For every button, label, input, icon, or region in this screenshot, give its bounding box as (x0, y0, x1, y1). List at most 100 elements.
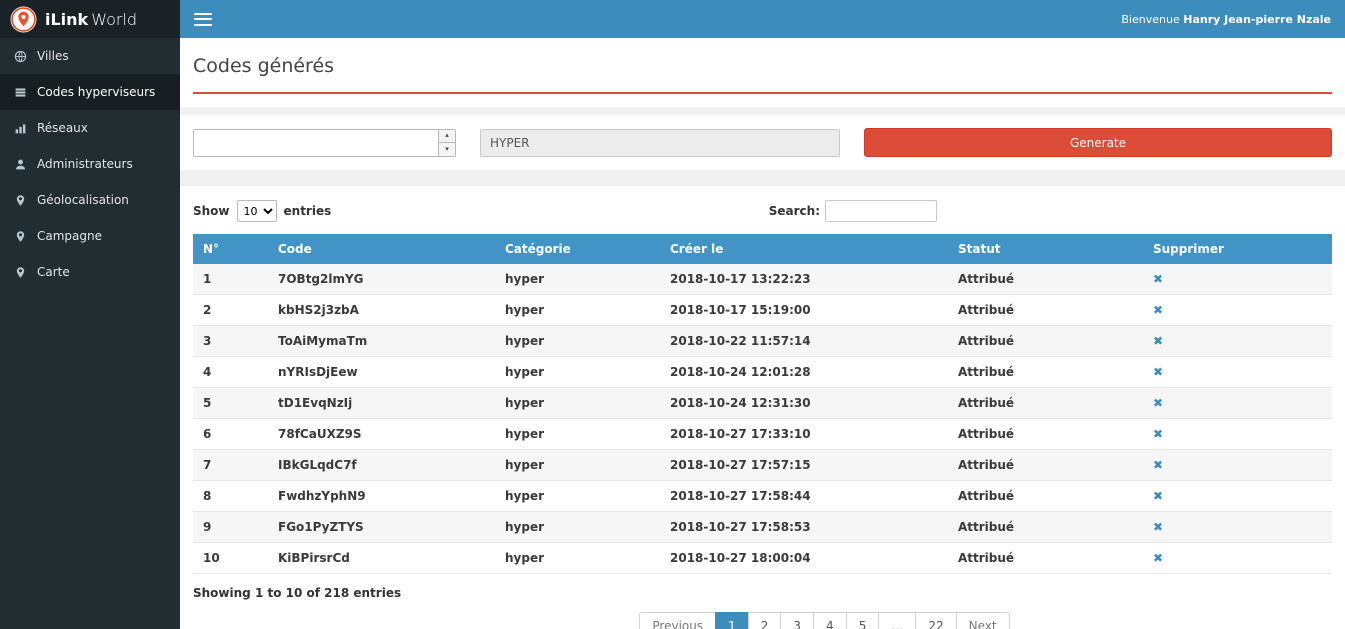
globe-icon (14, 50, 27, 63)
stepper-arrows[interactable]: ▴ ▾ (438, 130, 455, 156)
table-summary: Showing 1 to 10 of 218 entries (193, 586, 1332, 600)
table-row: 5tD1EvqNzIjhyper2018-10-24 12:31:30Attri… (193, 388, 1332, 419)
cell-status: Attribué (948, 295, 1143, 326)
sidebar-item-geolocalisation[interactable]: Géolocalisation (0, 182, 180, 218)
cell-status: Attribué (948, 481, 1143, 512)
delete-icon[interactable]: ✖ (1153, 551, 1163, 565)
table-row: 7IBkGLqdC7fhyper2018-10-27 17:57:15Attri… (193, 450, 1332, 481)
search-control: Search: (769, 200, 937, 222)
sidebar-item-villes[interactable]: Villes (0, 38, 180, 74)
cell-number: 1 (193, 264, 268, 295)
cell-status: Attribué (948, 543, 1143, 574)
column-header[interactable]: Catégorie (495, 234, 660, 264)
cell-category: hyper (495, 481, 660, 512)
list-icon (14, 86, 27, 99)
page-size-control: Show 10 entries (193, 200, 331, 222)
topbar: Bienvenue Hanry Jean-pierre Nzale (180, 0, 1345, 38)
sidebar-item-label: Villes (37, 49, 69, 63)
column-header[interactable]: Code (268, 234, 495, 264)
stepper-down-icon[interactable]: ▾ (439, 143, 455, 156)
map-pin-icon (14, 266, 27, 279)
stepper-up-icon[interactable]: ▴ (439, 130, 455, 144)
map-pin-icon (14, 230, 27, 243)
table-row: 2kbHS2j3zbAhyper2018-10-17 15:19:00Attri… (193, 295, 1332, 326)
sidebar-item-carte[interactable]: Carte (0, 254, 180, 290)
sidebar: iLinkWorld Villes Codes hyperviseurs Résea… (0, 0, 180, 629)
page-size-select[interactable]: 10 (237, 200, 277, 222)
app-window: iLinkWorld Villes Codes hyperviseurs Résea… (0, 0, 1345, 629)
cell-status: Attribué (948, 450, 1143, 481)
cell-status: Attribué (948, 419, 1143, 450)
menu-toggle-button[interactable] (194, 13, 212, 26)
sidebar-item-label: Géolocalisation (37, 193, 129, 207)
main-area: Bienvenue Hanry Jean-pierre Nzale Codes … (180, 0, 1345, 629)
title-divider (193, 92, 1332, 94)
pagination-ellipsis: … (878, 612, 916, 629)
show-label: Show (193, 204, 230, 218)
table-row: 3ToAiMymaTmhyper2018-10-22 11:57:14Attri… (193, 326, 1332, 357)
cell-code: ToAiMymaTm (268, 326, 495, 357)
cell-created: 2018-10-17 13:22:23 (660, 264, 948, 295)
pagination-page-3[interactable]: 3 (780, 612, 814, 629)
cell-number: 2 (193, 295, 268, 326)
delete-icon[interactable]: ✖ (1153, 396, 1163, 410)
column-header[interactable]: Supprimer (1143, 234, 1332, 264)
delete-icon[interactable]: ✖ (1153, 520, 1163, 534)
app-logo-icon (10, 6, 37, 33)
column-header[interactable]: Créer le (660, 234, 948, 264)
pagination-next[interactable]: Next (956, 612, 1010, 629)
map-pin-icon (14, 194, 27, 207)
pagination-page-22[interactable]: 22 (915, 612, 956, 629)
pagination-page-4[interactable]: 4 (813, 612, 847, 629)
table-header-row: N°CodeCatégorieCréer leStatutSupprimer (193, 234, 1332, 264)
delete-icon[interactable]: ✖ (1153, 272, 1163, 286)
cell-status: Attribué (948, 512, 1143, 543)
cell-delete: ✖ (1143, 512, 1332, 543)
delete-icon[interactable]: ✖ (1153, 427, 1163, 441)
cell-created: 2018-10-22 11:57:14 (660, 326, 948, 357)
delete-icon[interactable]: ✖ (1153, 365, 1163, 379)
pagination-page-2[interactable]: 2 (748, 612, 782, 629)
cell-created: 2018-10-24 12:01:28 (660, 357, 948, 388)
search-input[interactable] (825, 200, 937, 222)
cell-status: Attribué (948, 264, 1143, 295)
table-controls: Show 10 entries Search: (193, 200, 1332, 222)
welcome-text: Bienvenue Hanry Jean-pierre Nzale (1121, 13, 1331, 26)
cell-code: 7OBtg2lmYG (268, 264, 495, 295)
cell-category: hyper (495, 419, 660, 450)
brand-name-bold: iLink (45, 10, 88, 29)
sidebar-item-reseaux[interactable]: Réseaux (0, 110, 180, 146)
cell-delete: ✖ (1143, 295, 1332, 326)
user-icon (14, 158, 27, 171)
cell-status: Attribué (948, 388, 1143, 419)
sidebar-item-label: Administrateurs (37, 157, 133, 171)
code-type-field[interactable] (480, 129, 840, 157)
pagination-page-1[interactable]: 1 (715, 612, 749, 629)
brand: iLinkWorld (0, 0, 180, 38)
sidebar-item-label: Campagne (37, 229, 102, 243)
quantity-input[interactable] (194, 130, 438, 156)
delete-icon[interactable]: ✖ (1153, 303, 1163, 317)
column-header[interactable]: N° (193, 234, 268, 264)
sidebar-item-administrateurs[interactable]: Administrateurs (0, 146, 180, 182)
sidebar-item-label: Codes hyperviseurs (37, 85, 155, 99)
quantity-stepper[interactable]: ▴ ▾ (193, 129, 456, 157)
table-row: 8FwdhzYphN9hyper2018-10-27 17:58:44Attri… (193, 481, 1332, 512)
pagination-previous[interactable]: Previous (639, 612, 716, 629)
delete-icon[interactable]: ✖ (1153, 458, 1163, 472)
sidebar-item-codes-hyperviseurs[interactable]: Codes hyperviseurs (0, 74, 180, 110)
cell-number: 10 (193, 543, 268, 574)
user-name: Hanry Jean-pierre Nzale (1183, 13, 1331, 26)
pagination-page-5[interactable]: 5 (846, 612, 880, 629)
delete-icon[interactable]: ✖ (1153, 334, 1163, 348)
delete-icon[interactable]: ✖ (1153, 489, 1163, 503)
cell-code: KiBPirsrCd (268, 543, 495, 574)
sidebar-item-label: Réseaux (37, 121, 88, 135)
welcome-prefix: Bienvenue (1121, 13, 1179, 26)
cell-created: 2018-10-27 17:58:44 (660, 481, 948, 512)
column-header[interactable]: Statut (948, 234, 1143, 264)
generate-button[interactable]: Generate (864, 128, 1332, 157)
sidebar-item-campagne[interactable]: Campagne (0, 218, 180, 254)
cell-delete: ✖ (1143, 450, 1332, 481)
codes-table: N°CodeCatégorieCréer leStatutSupprimer 1… (193, 234, 1332, 574)
